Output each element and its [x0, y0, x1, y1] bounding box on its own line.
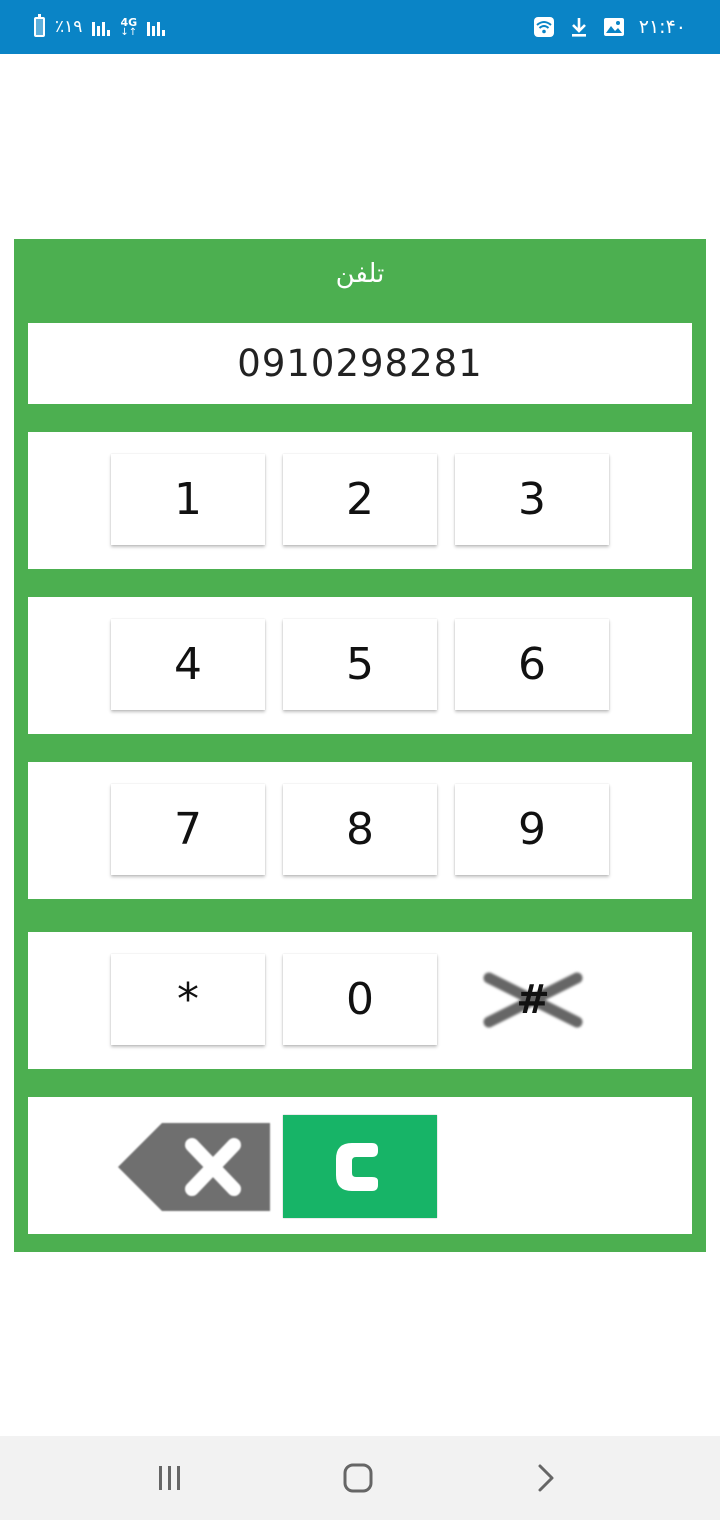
wifi-icon [533, 16, 555, 38]
key-3-button[interactable]: 3 [455, 454, 609, 545]
phone-number-field[interactable]: 0910298281 [28, 323, 692, 404]
battery-icon [34, 14, 45, 37]
key-4-button[interactable]: 4 [111, 619, 265, 710]
key-8-button[interactable]: 8 [283, 784, 437, 875]
image-icon [603, 17, 625, 37]
status-bar: ٪۱۹ 4G ↓↑ ۲۱:۴۰ [0, 0, 720, 54]
4g-data-icon: 4G ↓↑ [120, 15, 138, 38]
back-icon [538, 1464, 554, 1492]
keypad-row-2: 4 5 6 [28, 597, 692, 734]
dialer-title: تلفن [335, 259, 385, 289]
key-6-button[interactable]: 6 [455, 619, 609, 710]
navigation-bar [0, 1436, 720, 1520]
status-right: ۲۱:۴۰ [533, 14, 686, 40]
download-icon [569, 16, 589, 38]
home-button[interactable] [328, 1458, 388, 1498]
clock: ۲۱:۴۰ [638, 16, 686, 38]
back-button[interactable] [516, 1458, 576, 1498]
key-hash-button[interactable]: # [473, 956, 593, 1044]
battery-percent: ٪۱۹ [55, 17, 83, 37]
call-button[interactable] [283, 1115, 437, 1218]
key-star-button[interactable]: * [111, 954, 265, 1045]
action-row [28, 1097, 692, 1234]
recent-apps-button[interactable] [140, 1458, 200, 1498]
keypad-row-4: * 0 # [28, 932, 692, 1069]
dialer-panel: تلفن 0910298281 1 2 3 4 5 6 7 8 9 * 0 # [14, 239, 706, 1252]
key-2-button[interactable]: 2 [283, 454, 437, 545]
keypad-row-1: 1 2 3 [28, 432, 692, 569]
keypad-row-3: 7 8 9 [28, 762, 692, 899]
home-icon [343, 1463, 373, 1493]
backspace-icon [118, 1123, 270, 1211]
phone-icon [336, 1142, 378, 1191]
backspace-button[interactable] [118, 1121, 272, 1213]
key-7-button[interactable]: 7 [111, 784, 265, 875]
hash-label: # [516, 977, 550, 1023]
signal-icon [92, 18, 111, 36]
key-5-button[interactable]: 5 [283, 619, 437, 710]
recent-apps-icon [159, 1466, 180, 1490]
key-9-button[interactable]: 9 [455, 784, 609, 875]
key-0-button[interactable]: 0 [283, 954, 437, 1045]
network-type-label: 4G [120, 15, 138, 29]
signal-icon [147, 18, 166, 36]
key-1-button[interactable]: 1 [111, 454, 265, 545]
status-left: ٪۱۹ 4G ↓↑ [34, 14, 166, 40]
